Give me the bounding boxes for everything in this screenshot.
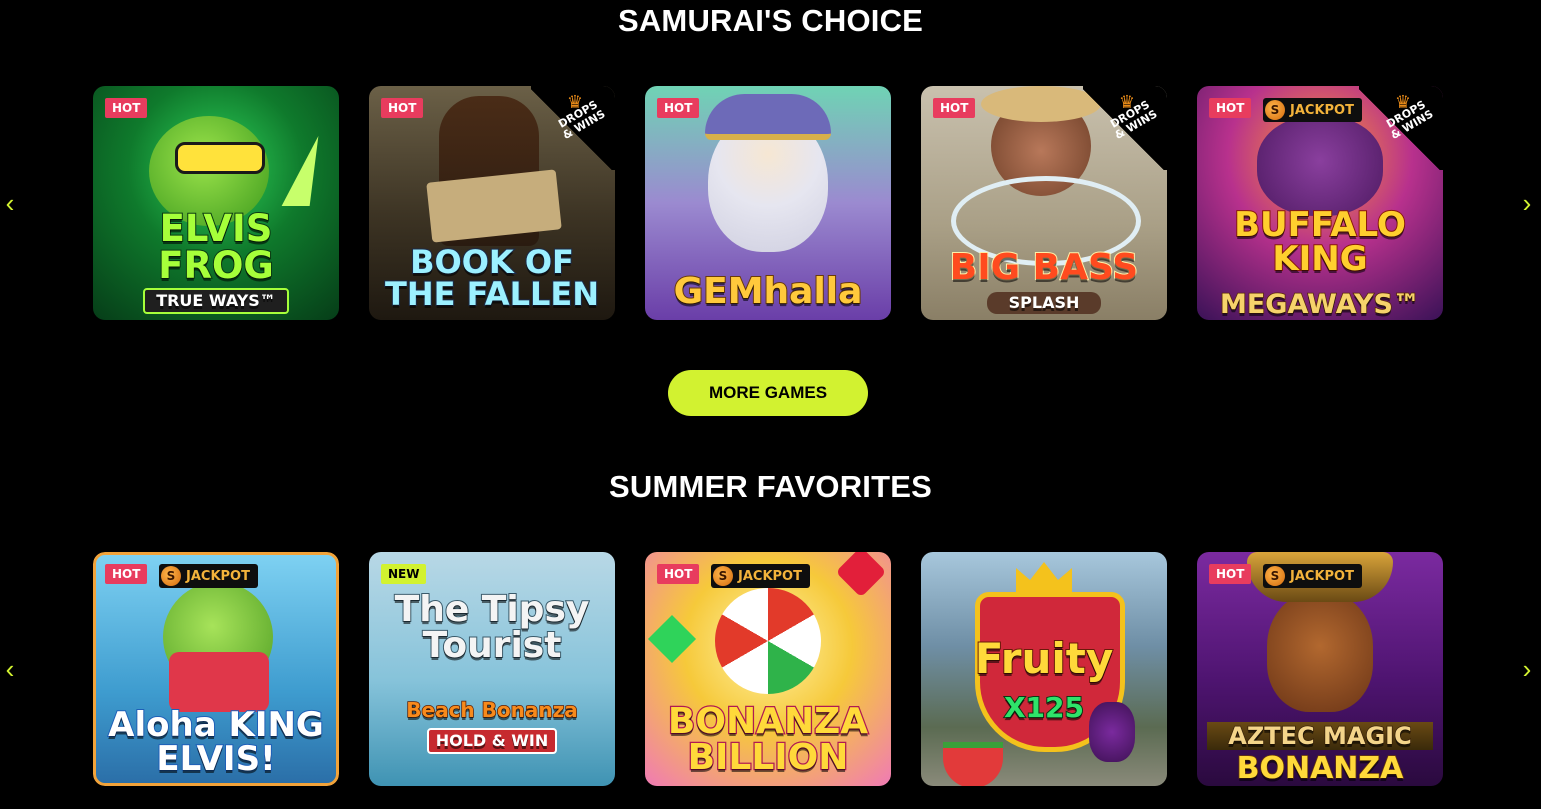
game-card-book-of-the-fallen[interactable]: BOOK OF THE FALLEN HOT ♛ DROPS & WINS [369, 86, 615, 320]
game-card-big-bass-splash[interactable]: BIG BASS SPLASH HOT ♛ DROPS & WINS [921, 86, 1167, 320]
game-carousel-samurais-choice: ELVIS FROG TRUE WAYS™ HOT BOOK OF THE FA… [93, 86, 1443, 320]
drops-and-wins-badge: ♛ DROPS & WINS [531, 86, 615, 170]
hold-and-win-badge: HOLD & WIN [427, 728, 557, 754]
game-card-aztec-magic-bonanza[interactable]: AZTEC MAGIC BONANZA HOT S JACKPOT [1197, 552, 1443, 786]
candy-illustration [715, 588, 821, 694]
new-badge: NEW [381, 564, 427, 584]
watermelon-illustration [943, 742, 1003, 786]
coin-icon: S [161, 566, 181, 586]
hot-badge: HOT [1209, 564, 1252, 584]
jackpot-badge: S JACKPOT [1263, 564, 1362, 588]
more-games-button[interactable]: MORE GAMES [668, 370, 868, 416]
game-card-fruity-x125[interactable]: Fruity X125 [921, 552, 1167, 786]
carousel-next-button[interactable]: › [1517, 188, 1537, 218]
game-title: Fruity [974, 634, 1114, 683]
aztec-warrior-illustration [1267, 592, 1373, 712]
coin-icon: S [713, 566, 733, 586]
chevron-right-icon: › [1522, 187, 1532, 218]
coin-icon: S [1265, 100, 1285, 120]
jackpot-label: JACKPOT [186, 568, 250, 584]
game-card-aloha-king-elvis[interactable]: Aloha KING ELVIS! HOT S JACKPOT [93, 552, 339, 786]
hot-badge: HOT [105, 564, 148, 584]
hot-badge: HOT [657, 98, 700, 118]
drops-and-wins-badge: ♛ DROPS & WINS [1083, 86, 1167, 170]
jackpot-badge: S JACKPOT [711, 564, 810, 588]
game-card-the-tipsy-tourist[interactable]: The Tipsy Tourist Beach Bonanza HOLD & W… [369, 552, 615, 786]
hot-badge: HOT [1209, 98, 1252, 118]
game-title: BONANZA BILLION [667, 701, 870, 778]
game-card-bonanza-billion[interactable]: BONANZA BILLION HOT S JACKPOT [645, 552, 891, 786]
game-title: BOOK OF THE FALLEN [384, 243, 600, 313]
jackpot-label: JACKPOT [1290, 102, 1354, 118]
game-card-elvis-frog[interactable]: ELVIS FROG TRUE WAYS™ HOT [93, 86, 339, 320]
game-subtitle: X125 [1003, 691, 1085, 724]
game-title: Aloha KING ELVIS! [107, 705, 325, 779]
carousel-next-button[interactable]: › [1517, 654, 1537, 684]
shirt-illustration [169, 652, 269, 712]
game-subtitle: SPLASH [987, 292, 1101, 314]
game-title: AZTEC MAGIC [1207, 722, 1433, 750]
carousel-prev-button[interactable]: ‹ [0, 654, 20, 684]
game-card-buffalo-king-megaways[interactable]: BUFFALO KING MEGAWAYS™ HOT S JACKPOT ♛ D… [1197, 86, 1443, 320]
carousel-prev-button[interactable]: ‹ [0, 188, 20, 218]
hot-badge: HOT [657, 564, 700, 584]
sunglasses-illustration [175, 142, 265, 174]
game-carousel-summer-favorites: Aloha KING ELVIS! HOT S JACKPOT The Tips… [93, 552, 1443, 786]
coin-icon: S [1265, 566, 1285, 586]
chevron-left-icon: ‹ [5, 653, 15, 684]
game-subtitle: MEGAWAYS™ [1219, 289, 1421, 320]
game-title: ELVIS FROG [157, 207, 275, 287]
chevron-right-icon: › [1522, 653, 1532, 684]
chevron-left-icon: ‹ [5, 187, 15, 218]
game-subtitle: Beach Bonanza [406, 698, 579, 722]
game-title: BIG BASS [949, 247, 1139, 288]
hot-badge: HOT [105, 98, 148, 118]
game-title: BUFFALO KING [1233, 205, 1407, 279]
game-title: GEMhalla [673, 271, 864, 312]
helmet-illustration [705, 94, 831, 140]
jackpot-label: JACKPOT [738, 568, 802, 584]
jackpot-badge: S JACKPOT [1263, 98, 1362, 122]
jackpot-badge: S JACKPOT [159, 564, 258, 588]
section-title-samurais-choice: SAMURAI'S CHOICE [617, 3, 924, 38]
game-subtitle: BONANZA [1236, 751, 1404, 786]
jackpot-label: JACKPOT [1290, 568, 1354, 584]
drops-and-wins-badge: ♛ DROPS & WINS [1359, 86, 1443, 170]
game-card-gemhalla[interactable]: GEMhalla HOT [645, 86, 891, 320]
hot-badge: HOT [933, 98, 976, 118]
game-subtitle: TRUE WAYS™ [143, 288, 289, 314]
game-title: The Tipsy Tourist [394, 589, 591, 666]
section-title-summer-favorites: SUMMER FAVORITES [609, 469, 932, 504]
hot-badge: HOT [381, 98, 424, 118]
